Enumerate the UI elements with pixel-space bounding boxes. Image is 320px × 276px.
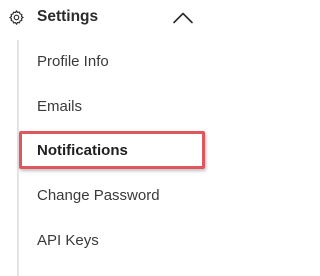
menu-item-api-keys[interactable]: API Keys: [37, 231, 99, 251]
settings-title: Settings: [37, 8, 99, 25]
menu-item-notifications[interactable]: Notifications: [37, 141, 128, 161]
gear-icon: [9, 10, 24, 25]
menu-item-emails[interactable]: Emails: [37, 97, 82, 117]
menu-item-change-password[interactable]: Change Password: [37, 186, 160, 206]
chevron-up-icon[interactable]: [172, 11, 194, 24]
menu-item-profile-info[interactable]: Profile Info: [37, 52, 109, 72]
settings-section-header[interactable]: Settings: [0, 0, 213, 34]
